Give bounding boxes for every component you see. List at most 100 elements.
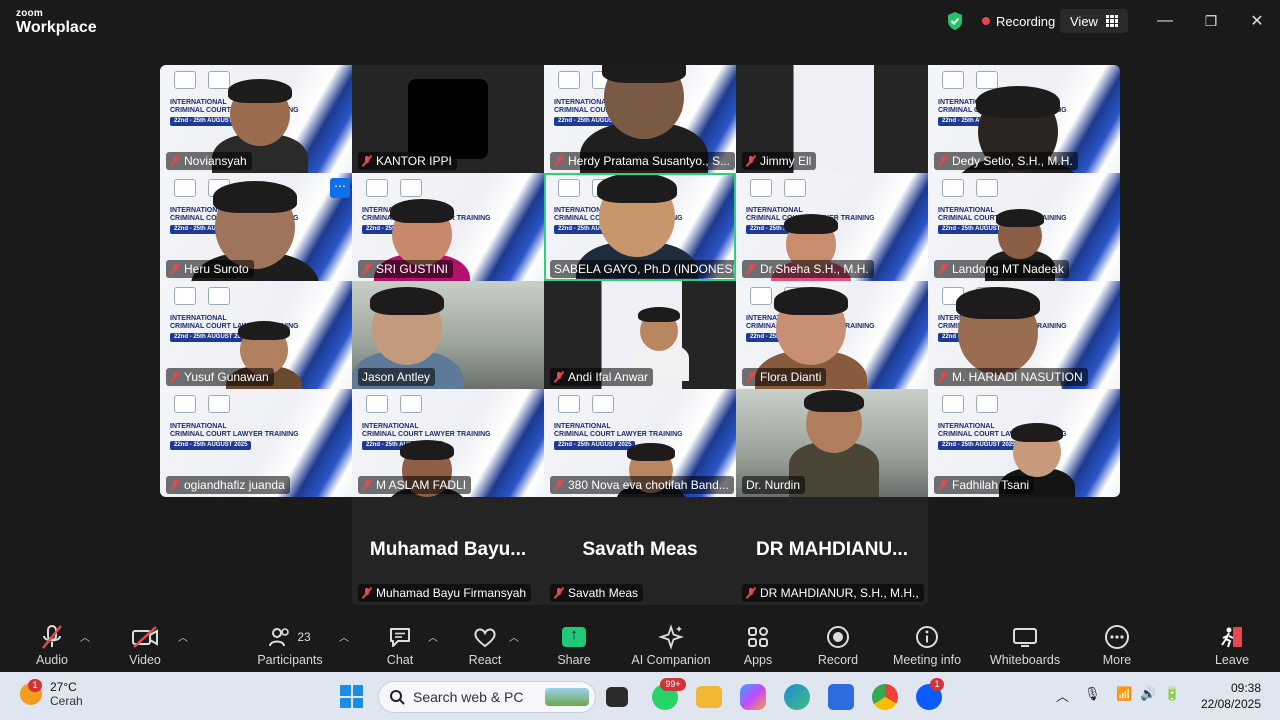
participant-tile[interactable]: INTERNATIONALCRIMINAL COURT LAWYER TRAIN… bbox=[736, 281, 928, 389]
weather-widget[interactable]: 1 27°C Cerah bbox=[20, 679, 83, 708]
participant-hair bbox=[638, 307, 680, 323]
audio-options-chevron-up-icon[interactable]: ︿ bbox=[80, 629, 90, 644]
whiteboards-button[interactable]: Whiteboards bbox=[986, 615, 1064, 672]
copilot-icon[interactable] bbox=[740, 684, 766, 710]
audio-button[interactable]: Audio bbox=[28, 615, 76, 672]
participant-name-pill: Noviansyah bbox=[166, 152, 252, 170]
participant-tile[interactable]: INTERNATIONALCRIMINAL COURT LAWYER TRAIN… bbox=[544, 173, 736, 281]
participant-tile[interactable]: INTERNATIONALCRIMINAL COURT LAWYER TRAIN… bbox=[352, 173, 544, 281]
participant-tile[interactable]: INTERNATIONALCRIMINAL COURT LAWYER TRAIN… bbox=[928, 389, 1120, 497]
recording-indicator[interactable]: Recording bbox=[972, 9, 1065, 33]
file-explorer-icon[interactable] bbox=[696, 686, 722, 708]
event-logo-icon bbox=[750, 287, 772, 305]
react-options-chevron-up-icon[interactable]: ︿ bbox=[509, 629, 519, 644]
share-button[interactable]: Share bbox=[550, 615, 598, 672]
mic-muted-icon bbox=[746, 371, 756, 383]
participant-tile[interactable]: INTERNATIONALCRIMINAL COURT LAWYER TRAIN… bbox=[544, 65, 736, 173]
participant-tile[interactable]: INTERNATIONALCRIMINAL COURT LAWYER TRAIN… bbox=[352, 389, 544, 497]
chat-options-chevron-up-icon[interactable]: ︿ bbox=[428, 629, 438, 644]
participant-tile[interactable]: Jimmy Ell bbox=[736, 65, 928, 173]
participant-tile[interactable]: DR MAHDIANU... DR MAHDIANUR, S.H., M.H., bbox=[736, 497, 928, 605]
participant-name: Savath Meas bbox=[568, 586, 639, 600]
zoom-app-icon[interactable]: 1 bbox=[916, 678, 944, 710]
participant-tile[interactable]: INTERNATIONALCRIMINAL COURT LAWYER TRAIN… bbox=[928, 281, 1120, 389]
meeting-info-label: Meeting info bbox=[892, 653, 962, 667]
video-options-chevron-up-icon[interactable]: ︿ bbox=[178, 629, 188, 644]
banner-line-2: CRIMINAL COURT LAWYER TRAINING bbox=[170, 431, 299, 439]
edge-icon[interactable] bbox=[784, 684, 810, 710]
event-banner: INTERNATIONALCRIMINAL COURT LAWYER TRAIN… bbox=[170, 423, 340, 450]
event-logos bbox=[750, 179, 806, 197]
close-button[interactable]: ✕ bbox=[1244, 8, 1270, 34]
participant-hair bbox=[996, 209, 1044, 227]
participant-tile[interactable]: Savath Meas Savath Meas bbox=[544, 497, 736, 605]
minimize-button[interactable]: — bbox=[1152, 8, 1178, 34]
banner-line-2: CRIMINAL COURT LAWYER TRAINING bbox=[554, 431, 683, 439]
mic-muted-icon bbox=[554, 155, 564, 167]
participant-tile[interactable]: INTERNATIONALCRIMINAL COURT LAWYER TRAIN… bbox=[736, 173, 928, 281]
event-logos bbox=[942, 71, 998, 89]
mic-muted-icon bbox=[170, 371, 180, 383]
banner-dates: 22nd - 25th AUGUST 2025 bbox=[554, 441, 636, 450]
participants-options-chevron-up-icon[interactable]: ︿ bbox=[339, 629, 349, 644]
encryption-shield-icon[interactable] bbox=[946, 11, 964, 31]
taskbar-search[interactable]: Search web & PC bbox=[378, 681, 596, 713]
participant-tile[interactable]: INTERNATIONALCRIMINAL COURT LAWYER TRAIN… bbox=[160, 173, 352, 281]
tile-more-options-icon[interactable]: ⋯ bbox=[330, 178, 350, 198]
task-view-icon[interactable] bbox=[606, 687, 628, 707]
participant-tile[interactable]: Andi Ifal Anwar bbox=[544, 281, 736, 389]
participant-tile[interactable]: INTERNATIONALCRIMINAL COURT LAWYER TRAIN… bbox=[160, 389, 352, 497]
video-button[interactable]: Video bbox=[121, 615, 169, 672]
battery-icon[interactable]: 🔋 bbox=[1164, 686, 1180, 702]
participant-tile[interactable]: INTERNATIONALCRIMINAL COURT LAWYER TRAIN… bbox=[160, 281, 352, 389]
mic-muted-icon bbox=[938, 371, 948, 383]
whatsapp-icon[interactable]: 99+ bbox=[652, 678, 686, 710]
restore-button[interactable]: ❐ bbox=[1198, 8, 1224, 34]
view-button[interactable]: View bbox=[1060, 9, 1128, 33]
mic-muted-icon bbox=[362, 263, 372, 275]
share-label: Share bbox=[557, 653, 591, 667]
leave-button[interactable]: Leave bbox=[1210, 615, 1254, 672]
microphone-icon[interactable]: 🎙 bbox=[1084, 686, 1101, 702]
participant-tile[interactable]: Dr. Nurdin bbox=[736, 389, 928, 497]
event-logo-icon bbox=[174, 395, 196, 413]
participant-name-pill: Andi Ifal Anwar bbox=[550, 368, 654, 386]
participant-hair bbox=[390, 199, 454, 223]
chrome-icon[interactable] bbox=[872, 684, 898, 710]
record-button[interactable]: Record bbox=[814, 615, 862, 672]
show-hidden-icons-chevron-up-icon[interactable]: ︿ bbox=[1056, 686, 1069, 705]
chat-button[interactable]: Chat bbox=[378, 615, 422, 672]
microsoft-store-icon[interactable] bbox=[828, 684, 854, 710]
participant-name: Herdy Pratama Susantyo., S... bbox=[568, 154, 731, 168]
participants-button[interactable]: 23 Participants bbox=[254, 615, 326, 672]
participant-name-pill: Herdy Pratama Susantyo., S... bbox=[550, 152, 736, 170]
windows-taskbar: 1 27°C Cerah Search web & PC 99+ 1 ︿ 🎙 📶… bbox=[0, 672, 1280, 720]
meeting-toolbar: Audio ︿ Video ︿ 23 Participants ︿ Chat ︿… bbox=[0, 615, 1280, 672]
participant-name-pill: Fadhilah Tsani bbox=[934, 476, 1035, 494]
participant-tile[interactable]: Muhamad Bayu... Muhamad Bayu Firmansyah bbox=[352, 497, 544, 605]
participants-icon bbox=[269, 628, 290, 647]
participant-tile[interactable]: KANTOR IPPI bbox=[352, 65, 544, 173]
participant-hair bbox=[597, 173, 677, 204]
apps-button[interactable]: Apps bbox=[736, 615, 780, 672]
wifi-icon[interactable]: 📶 bbox=[1116, 686, 1132, 702]
participant-hair bbox=[228, 79, 292, 103]
react-button[interactable]: React bbox=[463, 615, 507, 672]
more-button[interactable]: More bbox=[1094, 615, 1140, 672]
participant-tile[interactable]: INTERNATIONALCRIMINAL COURT LAWYER TRAIN… bbox=[928, 173, 1120, 281]
ai-companion-button[interactable]: AI Companion bbox=[626, 615, 716, 672]
zoom-logo: zoom Workplace bbox=[16, 9, 97, 36]
participant-tile[interactable]: INTERNATIONALCRIMINAL COURT LAWYER TRAIN… bbox=[928, 65, 1120, 173]
event-logo-icon bbox=[366, 395, 388, 413]
participant-tile[interactable]: INTERNATIONALCRIMINAL COURT LAWYER TRAIN… bbox=[544, 389, 736, 497]
speaker-icon[interactable]: 🔊 bbox=[1140, 686, 1156, 702]
title-bar: zoom Workplace Recording View — ❐ ✕ bbox=[0, 0, 1280, 44]
taskbar-clock[interactable]: 09:38 22/08/2025 bbox=[1197, 680, 1261, 712]
event-logo-icon bbox=[208, 395, 230, 413]
participant-tile[interactable]: Jason Antley bbox=[352, 281, 544, 389]
windows-start-icon[interactable] bbox=[340, 685, 363, 708]
meeting-info-button[interactable]: Meeting info bbox=[887, 615, 967, 672]
video-off-icon bbox=[132, 626, 158, 648]
video-gallery: INTERNATIONALCRIMINAL COURT LAWYER TRAIN… bbox=[160, 65, 1120, 497]
participant-tile[interactable]: INTERNATIONALCRIMINAL COURT LAWYER TRAIN… bbox=[160, 65, 352, 173]
